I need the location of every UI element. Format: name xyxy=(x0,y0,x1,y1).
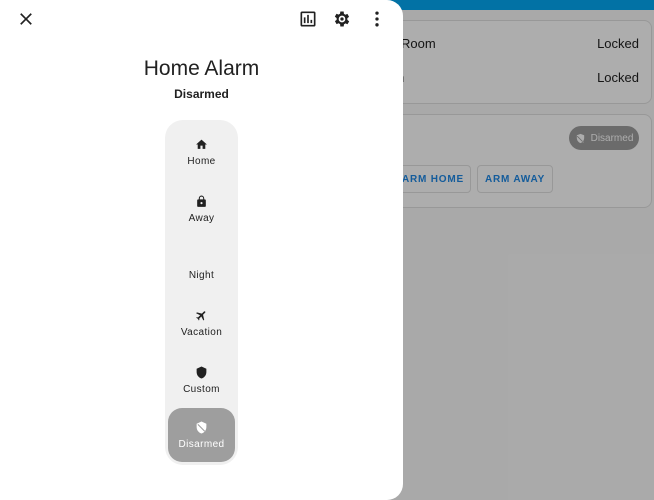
mode-label: Disarmed xyxy=(178,438,225,450)
mode-disarmed-button[interactable]: Disarmed xyxy=(168,408,235,462)
history-button[interactable] xyxy=(294,5,322,33)
settings-button[interactable] xyxy=(328,5,356,33)
alarm-mode-selector: Home Away Night Vacation Custom Disarmed xyxy=(165,120,238,465)
close-icon xyxy=(20,13,32,25)
shield-off-icon xyxy=(196,421,207,433)
mode-custom-button[interactable]: Custom xyxy=(168,353,235,407)
mode-away-button[interactable]: Away xyxy=(168,182,235,236)
mode-home-button[interactable]: Home xyxy=(168,125,235,179)
dialog-title: Home Alarm xyxy=(143,57,260,80)
airplane-icon xyxy=(196,310,206,320)
mode-label: Vacation xyxy=(180,326,223,338)
more-options-button[interactable] xyxy=(363,5,391,33)
mode-vacation-button[interactable]: Vacation xyxy=(168,296,235,350)
mode-label: Home xyxy=(187,155,216,167)
chart-box-icon xyxy=(300,11,316,27)
lock-icon xyxy=(197,195,206,207)
gear-icon xyxy=(334,11,350,27)
mode-label: Away xyxy=(188,212,215,224)
alarm-state: Disarmed xyxy=(174,87,229,101)
moon-icon xyxy=(196,252,203,264)
more-vert-icon xyxy=(375,11,379,27)
shield-icon xyxy=(196,366,207,378)
close-button[interactable] xyxy=(12,5,40,33)
alarm-dialog: Home Alarm Disarmed Home Away Night Vaca… xyxy=(0,0,403,500)
home-icon xyxy=(196,139,207,149)
mode-label: Custom xyxy=(183,383,220,395)
mode-night-button[interactable]: Night xyxy=(168,239,235,293)
mode-label: Night xyxy=(188,269,215,281)
